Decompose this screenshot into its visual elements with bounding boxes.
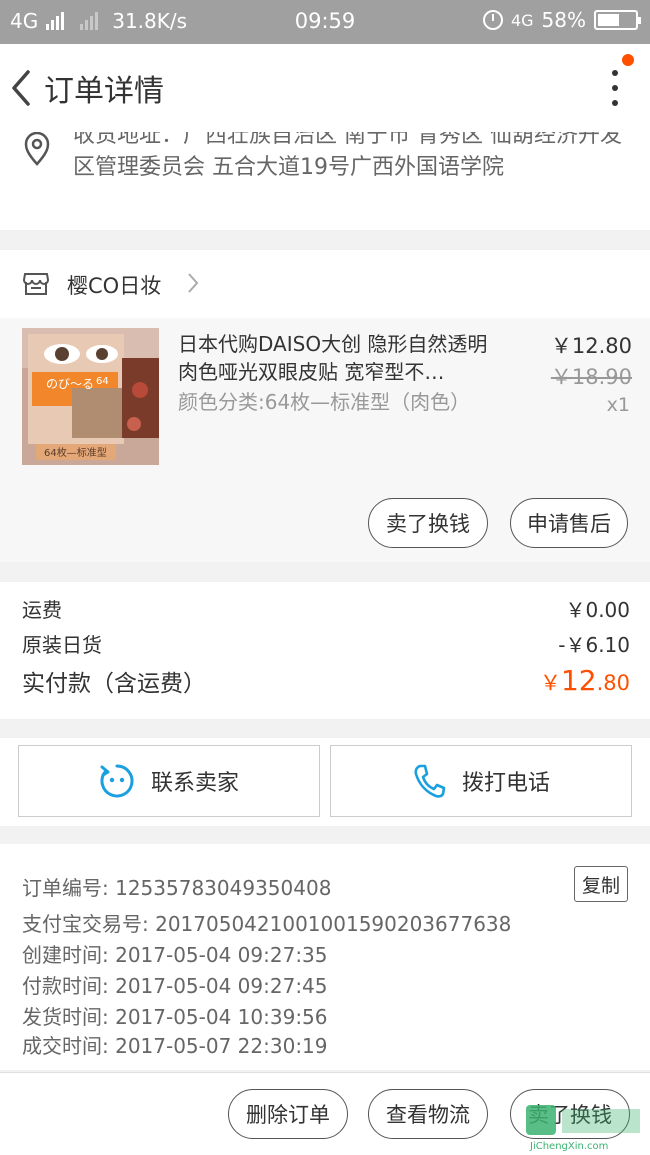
product-item[interactable]: のび～る 64 64枚—标准型 日本代购DAISO大创 隐形自然透明肉色哑光双眼… xyxy=(0,318,650,562)
chevron-right-icon xyxy=(188,273,199,293)
product-quantity: x1 xyxy=(606,394,630,416)
location-pin-icon xyxy=(24,132,50,166)
discount-row: 原装日货 -￥6.10 xyxy=(22,629,630,658)
product-price: ￥12.80 xyxy=(550,334,632,358)
thumb-caption-text: 64枚—标准型 xyxy=(44,446,107,459)
chat-face-icon xyxy=(100,764,134,798)
shipping-row: 运费 ￥0.00 xyxy=(22,594,630,623)
shop-name: 樱CO日妆 xyxy=(67,274,162,298)
call-phone-label: 拨打电话 xyxy=(461,771,550,796)
total-decimal: .80 xyxy=(596,671,630,695)
copy-button[interactable]: 复制 xyxy=(574,866,628,902)
page-title: 订单详情 xyxy=(44,74,164,109)
shipped-time: 发货时间: 2017-05-04 10:39:56 xyxy=(22,1005,328,1029)
product-thumbnail[interactable]: のび～る 64 64枚—标准型 xyxy=(22,328,159,465)
alarm-icon xyxy=(482,10,503,30)
after-sale-button[interactable]: 申请售后 xyxy=(510,498,628,548)
watermark-text: JiChengXin.com xyxy=(529,1141,608,1152)
shipping-label: 运费 xyxy=(22,598,62,622)
total-label: 实付款（含运费） xyxy=(22,671,206,697)
bottom-action-bar: 删除订单 查看物流 卖了换钱 JiChengXin.com xyxy=(0,1072,650,1155)
battery-level xyxy=(598,14,619,26)
status-bar: 4G 31.8K/s 09:59 4G 58% xyxy=(0,0,650,44)
fees-section: 运费 ￥0.00 原装日货 -￥6.10 实付款（含运费） ￥12.80 xyxy=(0,582,650,719)
watermark-logo: JiChengXin.com xyxy=(526,1105,640,1152)
notification-dot xyxy=(622,54,634,66)
store-icon xyxy=(22,273,50,295)
total-currency: ￥ xyxy=(539,671,561,695)
created-time: 创建时间: 2017-05-04 09:27:35 xyxy=(22,943,328,967)
more-menu-icon[interactable] xyxy=(610,70,620,106)
discount-label: 原装日货 xyxy=(22,633,102,657)
phone-icon xyxy=(414,764,446,798)
sell-resale-button[interactable]: 卖了换钱 xyxy=(368,498,488,548)
total-row: 实付款（含运费） ￥12.80 xyxy=(22,664,630,698)
contact-seller-button[interactable]: 联系卖家 xyxy=(18,745,320,817)
battery-percent: 58% xyxy=(541,8,586,32)
address-text: 收货地址：广西壮族自治区 南宁市 青秀区 仙葫经济开发区管理委员会 五合大道19… xyxy=(73,132,622,180)
address-section[interactable]: 收货地址：广西壮族自治区 南宁市 青秀区 仙葫经济开发区管理委员会 五合大道19… xyxy=(0,132,650,230)
total-amount: ￥12.80 xyxy=(540,664,630,698)
delete-order-button[interactable]: 删除订单 xyxy=(228,1089,348,1139)
contact-section: 联系卖家 拨打电话 xyxy=(0,738,650,826)
product-sku: 颜色分类:64枚—标准型（肉色） xyxy=(178,390,471,414)
order-info-section: 订单编号: 12535783049350408 复制 支付宝交易号: 20170… xyxy=(0,844,650,1070)
paid-time: 付款时间: 2017-05-04 09:27:45 xyxy=(22,974,328,998)
shipping-value: ￥0.00 xyxy=(565,598,630,622)
discount-value: -￥6.10 xyxy=(558,633,630,657)
battery-icon xyxy=(594,10,641,30)
nav-bar: 订单详情 xyxy=(0,44,650,132)
total-integer: 12 xyxy=(560,664,597,697)
product-title[interactable]: 日本代购DAISO大创 隐形自然透明肉色哑光双眼皮贴 宽窄型不… xyxy=(178,330,498,386)
contact-seller-label: 联系卖家 xyxy=(150,771,239,796)
network-type-right: 4G xyxy=(510,10,534,30)
shop-row[interactable]: 樱CO日妆 xyxy=(0,250,650,318)
back-arrow-icon[interactable] xyxy=(8,66,36,110)
thumb-badge-text: 64 xyxy=(96,376,109,387)
product-original-price: ￥18.90 xyxy=(550,365,632,389)
completed-time: 成交时间: 2017-05-07 22:30:19 xyxy=(22,1034,328,1058)
call-phone-button[interactable]: 拨打电话 xyxy=(330,745,632,817)
thumb-brand-text: のび～る xyxy=(46,377,94,391)
order-number: 订单编号: 12535783049350408 xyxy=(22,876,332,900)
view-logistics-button[interactable]: 查看物流 xyxy=(368,1089,488,1139)
alipay-number: 支付宝交易号: 2017050421001001590203677638 xyxy=(22,912,512,936)
